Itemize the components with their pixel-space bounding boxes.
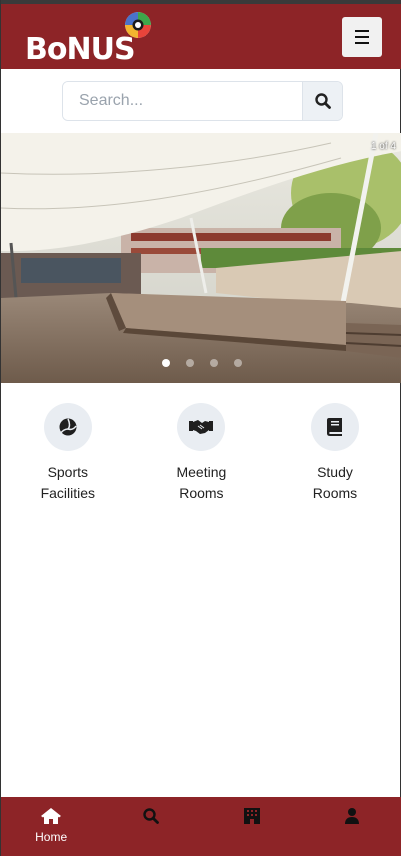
nav-label: Home — [35, 830, 68, 844]
search-icon — [314, 93, 331, 109]
user-icon — [344, 808, 359, 824]
category-icon-circle — [310, 403, 359, 451]
category-study-rooms[interactable]: Study Rooms — [268, 403, 401, 504]
carousel-dot[interactable] — [209, 359, 218, 367]
app-header: BoNUS — [1, 4, 401, 69]
nav-facilities[interactable] — [202, 797, 302, 856]
nav-profile[interactable] — [302, 797, 401, 856]
app-frame: BoNUS Search... 1 of 4 Sports Facilities… — [0, 0, 401, 856]
search-icon — [143, 808, 160, 824]
carousel-dots — [1, 359, 401, 367]
building-icon — [243, 808, 260, 824]
carousel-dot[interactable] — [233, 359, 242, 367]
carousel-dot[interactable] — [161, 359, 170, 367]
category-icon-circle — [177, 403, 226, 451]
category-label: Meeting Rooms — [176, 464, 227, 501]
search-input[interactable] — [63, 82, 302, 120]
handshake-icon — [189, 420, 214, 434]
hamburger-icon — [355, 28, 369, 46]
nav-home[interactable]: Home — [1, 797, 101, 856]
bonus-logo[interactable]: BoNUS — [25, 12, 155, 67]
search-bar — [62, 81, 343, 121]
nav-search[interactable] — [101, 797, 201, 856]
category-label: Sports Facilities — [40, 464, 96, 501]
logo-ball-icon — [125, 12, 151, 38]
category-sports-facilities[interactable]: Sports Facilities — [1, 403, 135, 504]
search-button[interactable] — [302, 82, 342, 120]
volleyball-icon — [59, 418, 77, 436]
image-carousel[interactable]: 1 of 4 — [1, 133, 401, 383]
logo-text: BoNUS — [25, 32, 136, 67]
carousel-slide-image — [1, 133, 401, 383]
carousel-counter: 1 of 4 — [370, 141, 396, 152]
category-label: Study Rooms — [312, 464, 358, 501]
book-icon — [326, 418, 342, 436]
menu-button[interactable] — [342, 17, 382, 57]
carousel-dot[interactable] — [185, 359, 194, 367]
category-icon-circle — [43, 403, 92, 451]
category-meeting-rooms[interactable]: Meeting Rooms — [135, 403, 269, 504]
category-list: Sports Facilities Meeting Rooms Study Ro… — [1, 403, 401, 504]
home-icon — [41, 808, 62, 824]
bottom-navigation: Home — [1, 797, 401, 856]
